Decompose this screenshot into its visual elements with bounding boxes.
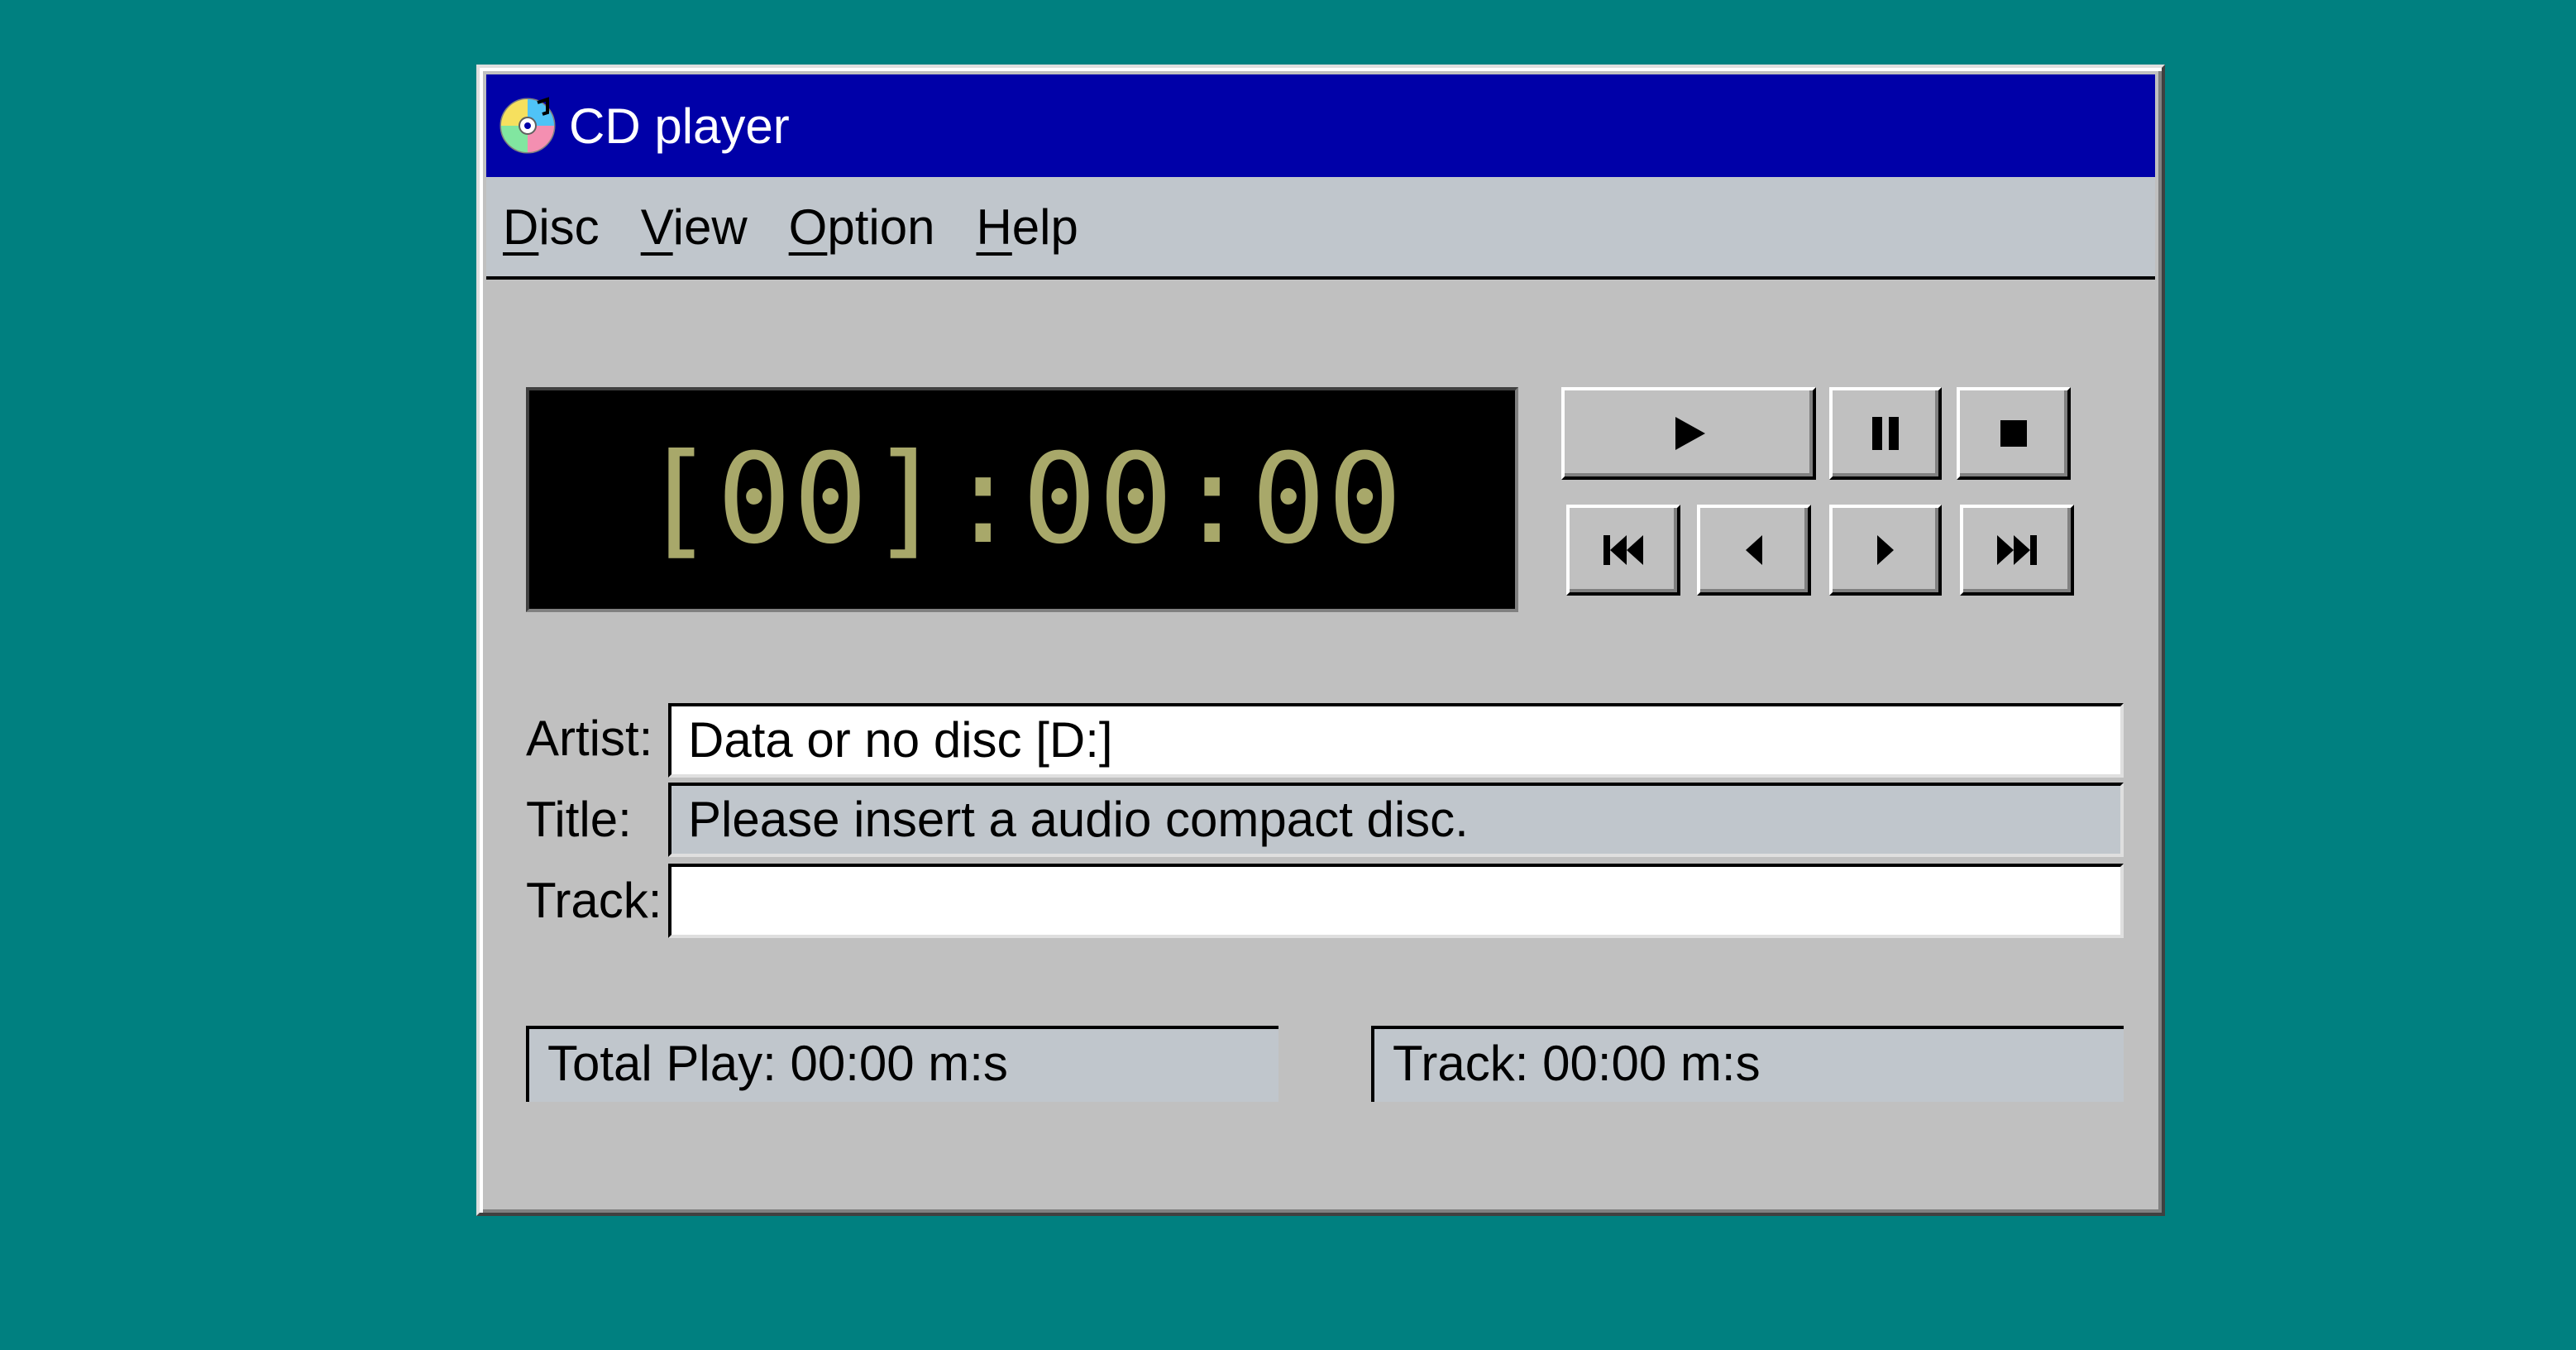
- menu-view-label: iew: [672, 199, 748, 255]
- track-select[interactable]: [668, 864, 2124, 938]
- time-readout: [00]:00:00: [640, 428, 1404, 572]
- skip-forward-button[interactable]: [1829, 505, 1942, 596]
- skip-back-icon: [1746, 535, 1762, 565]
- menu-view-accel: V: [640, 199, 673, 255]
- title-bar[interactable]: CD player: [486, 74, 2155, 177]
- track-label: Track:: [526, 873, 662, 928]
- menu-help-label: elp: [1011, 199, 1078, 255]
- menu-disc-label: isc: [538, 199, 600, 255]
- pause-icon: [1872, 417, 1899, 450]
- menu-help-accel: H: [976, 199, 1012, 255]
- menu-option-label: ption: [827, 199, 935, 255]
- pause-button[interactable]: [1829, 387, 1942, 480]
- stop-button[interactable]: [1957, 387, 2071, 480]
- menu-option[interactable]: Option: [789, 199, 935, 256]
- menu-disc[interactable]: Disc: [503, 199, 600, 256]
- cd-player-window: CD player Disc View Option Help [00]:00:…: [476, 65, 2165, 1216]
- next-track-button[interactable]: [1960, 505, 2074, 596]
- title-label: Title:: [526, 792, 632, 847]
- skip-back-button[interactable]: [1697, 505, 1811, 596]
- skip-forward-icon: [1877, 535, 1894, 565]
- menu-disc-accel: D: [503, 199, 539, 255]
- time-display[interactable]: [00]:00:00: [526, 387, 1518, 612]
- previous-track-icon: [1603, 535, 1643, 565]
- play-icon: [1675, 417, 1705, 450]
- play-button[interactable]: [1561, 387, 1816, 480]
- cd-disc-icon: [499, 97, 556, 154]
- menu-help[interactable]: Help: [976, 199, 1078, 256]
- artist-select[interactable]: Data or no disc [D:]: [668, 703, 2124, 778]
- artist-label: Artist:: [526, 711, 653, 766]
- next-track-icon: [1997, 535, 2037, 565]
- stop-icon: [2000, 420, 2027, 447]
- previous-track-button[interactable]: [1566, 505, 1680, 596]
- menu-bar: Disc View Option Help: [486, 177, 2155, 280]
- window-title: CD player: [569, 98, 790, 154]
- menu-option-accel: O: [788, 199, 828, 255]
- title-field[interactable]: Please insert a audio compact disc.: [668, 783, 2124, 857]
- track-time-status: Track: 00:00 m:s: [1371, 1026, 2124, 1102]
- menu-view[interactable]: View: [641, 199, 748, 256]
- total-play-status: Total Play: 00:00 m:s: [526, 1026, 1278, 1102]
